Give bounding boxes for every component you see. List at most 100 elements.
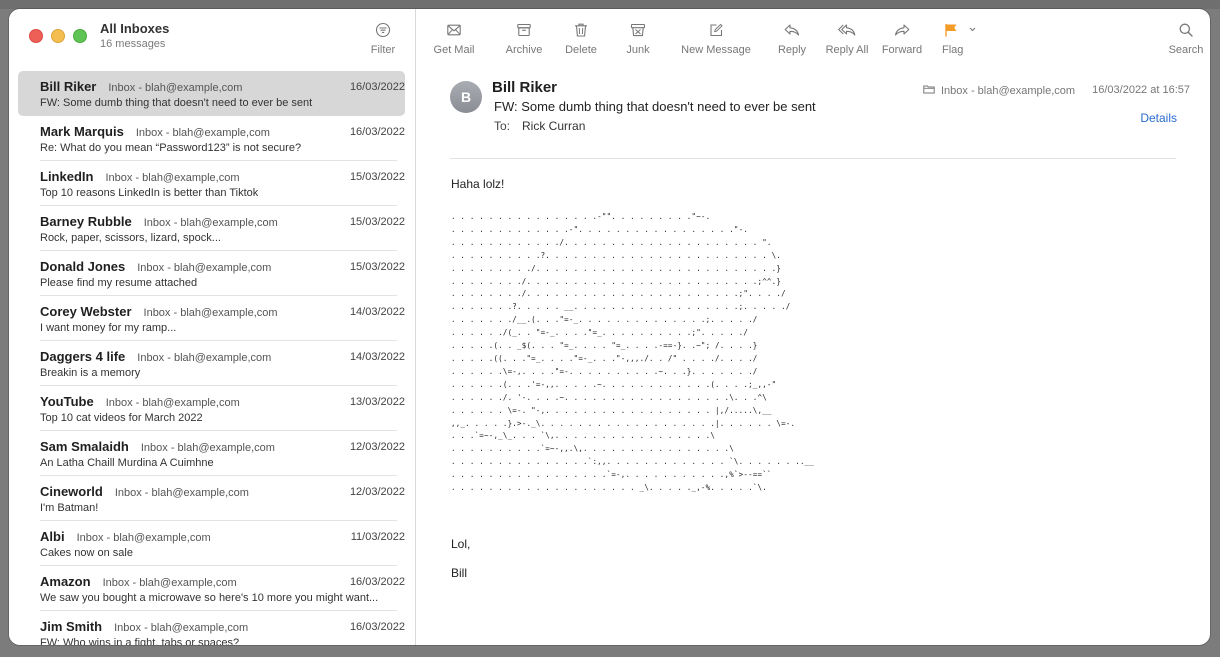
mail-window: All Inboxes 16 messages Filter Bill Rike… bbox=[9, 9, 1210, 645]
recipient-line: To: Rick Curran bbox=[494, 119, 585, 133]
message-subject: Please find my resume attached bbox=[40, 277, 198, 289]
message-mailbox: Inbox - blah@example,com bbox=[143, 307, 278, 319]
message-row[interactable]: YouTube Inbox - blah@example,com 13/03/20… bbox=[18, 386, 405, 431]
email-signoff: Lol, bbox=[451, 537, 471, 551]
junk-button[interactable]: Junk bbox=[622, 22, 654, 56]
message-row[interactable]: Jim Smith Inbox - blah@example,com 16/03/… bbox=[18, 611, 405, 645]
message-subject: Rock, paper, scissors, lizard, spock... bbox=[40, 232, 221, 244]
message-row[interactable]: Corey Webster Inbox - blah@example,com 14… bbox=[18, 296, 405, 341]
message-subject: FW: Some dumb thing that doesn't need to… bbox=[40, 97, 313, 109]
flag-label: Flag bbox=[942, 44, 964, 56]
message-row[interactable]: Amazon Inbox - blah@example,com 16/03/202… bbox=[18, 566, 405, 611]
message-mailbox: Inbox - blah@example,com bbox=[114, 487, 249, 499]
new-message-label: New Message bbox=[681, 44, 751, 56]
message-row[interactable]: LinkedIn Inbox - blah@example,com 15/03/2… bbox=[18, 161, 405, 206]
message-date: 15/03/2022 bbox=[349, 171, 405, 183]
reply-all-label: Reply All bbox=[825, 44, 869, 56]
message-mailbox: Inbox - blah@example,com bbox=[135, 127, 270, 139]
archive-label: Archive bbox=[505, 44, 543, 56]
message-row[interactable]: Sam Smalaidh Inbox - blah@example,com 12/… bbox=[18, 431, 405, 476]
close-window-button[interactable] bbox=[29, 29, 43, 43]
email-mailbox: Inbox - blah@example,com bbox=[923, 84, 1075, 97]
message-mailbox: Inbox - blah@example,com bbox=[76, 532, 211, 544]
magnifier-icon bbox=[1166, 22, 1206, 40]
trash-icon bbox=[561, 22, 601, 40]
message-subject: Top 10 reasons LinkedIn is better than T… bbox=[40, 187, 259, 199]
search-label: Search bbox=[1168, 44, 1204, 56]
message-row[interactable]: Barney Rubble Inbox - blah@example,com 15… bbox=[18, 206, 405, 251]
sender-name[interactable]: Bill Riker bbox=[492, 79, 557, 96]
message-row[interactable]: Mark Marquis Inbox - blah@example,com 16/… bbox=[18, 116, 405, 161]
message-date: 14/03/2022 bbox=[349, 351, 405, 363]
message-sender: Jim Smith bbox=[40, 619, 103, 634]
message-mailbox: Inbox - blah@example,com bbox=[102, 577, 237, 589]
message-date: 16/03/2022 bbox=[349, 126, 405, 138]
message-list: Bill Riker Inbox - blah@example,com 16/03… bbox=[18, 71, 405, 645]
message-date: 12/03/2022 bbox=[349, 486, 405, 498]
message-sender: YouTube bbox=[40, 394, 94, 409]
message-row[interactable]: Daggers 4 life Inbox - blah@example,com 1… bbox=[18, 341, 405, 386]
message-sender: LinkedIn bbox=[40, 169, 94, 184]
message-date: 16/03/2022 bbox=[349, 576, 405, 588]
delete-button[interactable]: Delete bbox=[561, 22, 601, 56]
zoom-window-button[interactable] bbox=[73, 29, 87, 43]
forward-label: Forward bbox=[881, 44, 923, 56]
reading-pane: B Bill Riker FW: Some dumb thing that do… bbox=[416, 71, 1210, 645]
get-mail-label: Get Mail bbox=[433, 44, 475, 56]
message-subject: I'm Batman! bbox=[40, 502, 99, 514]
message-date: 12/03/2022 bbox=[349, 441, 405, 453]
message-sender: Bill Riker bbox=[40, 79, 97, 94]
filter-icon bbox=[365, 22, 401, 40]
flag-button[interactable]: Flag bbox=[940, 22, 982, 56]
message-mailbox: Inbox - blah@example,com bbox=[140, 442, 275, 454]
message-list-pane: All Inboxes 16 messages Filter Bill Rike… bbox=[9, 9, 416, 645]
mailbox-title: All Inboxes bbox=[100, 21, 170, 36]
message-row[interactable]: Cineworld Inbox - blah@example,com 12/03/… bbox=[18, 476, 405, 521]
filter-button[interactable]: Filter bbox=[365, 22, 401, 56]
email-date: 16/03/2022 at 16:57 bbox=[1092, 84, 1190, 96]
message-subject: FW: Who wins in a fight, tabs or spaces? bbox=[40, 637, 240, 645]
envelope-icon bbox=[430, 22, 478, 40]
message-sender: Donald Jones bbox=[40, 259, 126, 274]
junk-bin-icon bbox=[622, 22, 654, 40]
message-date: 16/03/2022 bbox=[349, 621, 405, 633]
message-mailbox: Inbox - blah@example,com bbox=[114, 622, 249, 634]
flag-icon bbox=[940, 22, 982, 40]
toolbar: Get Mail Archive Delete Junk New Message bbox=[416, 9, 1210, 71]
message-row[interactable]: Donald Jones Inbox - blah@example,com 15/… bbox=[18, 251, 405, 296]
forward-button[interactable]: Forward bbox=[880, 22, 924, 56]
message-row[interactable]: Bill Riker Inbox - blah@example,com 16/03… bbox=[18, 71, 405, 116]
message-mailbox: Inbox - blah@example,com bbox=[108, 82, 243, 94]
reply-all-button[interactable]: Reply All bbox=[823, 22, 871, 56]
archive-button[interactable]: Archive bbox=[502, 22, 546, 56]
message-subject: Top 10 cat videos for March 2022 bbox=[40, 412, 203, 424]
message-subject: We saw you bought a microwave so here's … bbox=[40, 592, 379, 604]
header-divider bbox=[450, 158, 1176, 159]
recipient-name[interactable]: Rick Curran bbox=[522, 119, 585, 133]
to-label: To: bbox=[494, 119, 511, 133]
message-count: 16 messages bbox=[100, 38, 166, 50]
search-button[interactable]: Search bbox=[1166, 22, 1206, 56]
message-subject: I want money for my ramp... bbox=[40, 322, 177, 334]
details-link[interactable]: Details bbox=[1140, 111, 1177, 125]
message-subject: Breakin is a memory bbox=[40, 367, 141, 379]
get-mail-button[interactable]: Get Mail bbox=[430, 22, 478, 56]
reply-all-arrow-icon bbox=[823, 22, 871, 40]
new-message-button[interactable]: New Message bbox=[678, 22, 754, 56]
ascii-art: . . . . . . . . . . . . . . . .-"". . . … bbox=[451, 212, 815, 493]
window-controls bbox=[29, 29, 87, 43]
filter-label: Filter bbox=[370, 44, 396, 56]
delete-label: Delete bbox=[565, 44, 597, 56]
reply-button[interactable]: Reply bbox=[775, 22, 809, 56]
message-row[interactable]: Albi Inbox - blah@example,com 11/03/2022 … bbox=[18, 521, 405, 566]
message-subject: Cakes now on sale bbox=[40, 547, 133, 559]
message-date: 14/03/2022 bbox=[349, 306, 405, 318]
sender-avatar: B bbox=[450, 81, 482, 113]
message-sender: Mark Marquis bbox=[40, 124, 124, 139]
minimize-window-button[interactable] bbox=[51, 29, 65, 43]
email-signature: Bill bbox=[451, 566, 468, 580]
message-subject: An Latha Chaill Murdina A Cuimhne bbox=[40, 457, 214, 469]
forward-arrow-icon bbox=[880, 22, 924, 40]
message-sender: Corey Webster bbox=[40, 304, 132, 319]
message-sender: Cineworld bbox=[40, 484, 103, 499]
